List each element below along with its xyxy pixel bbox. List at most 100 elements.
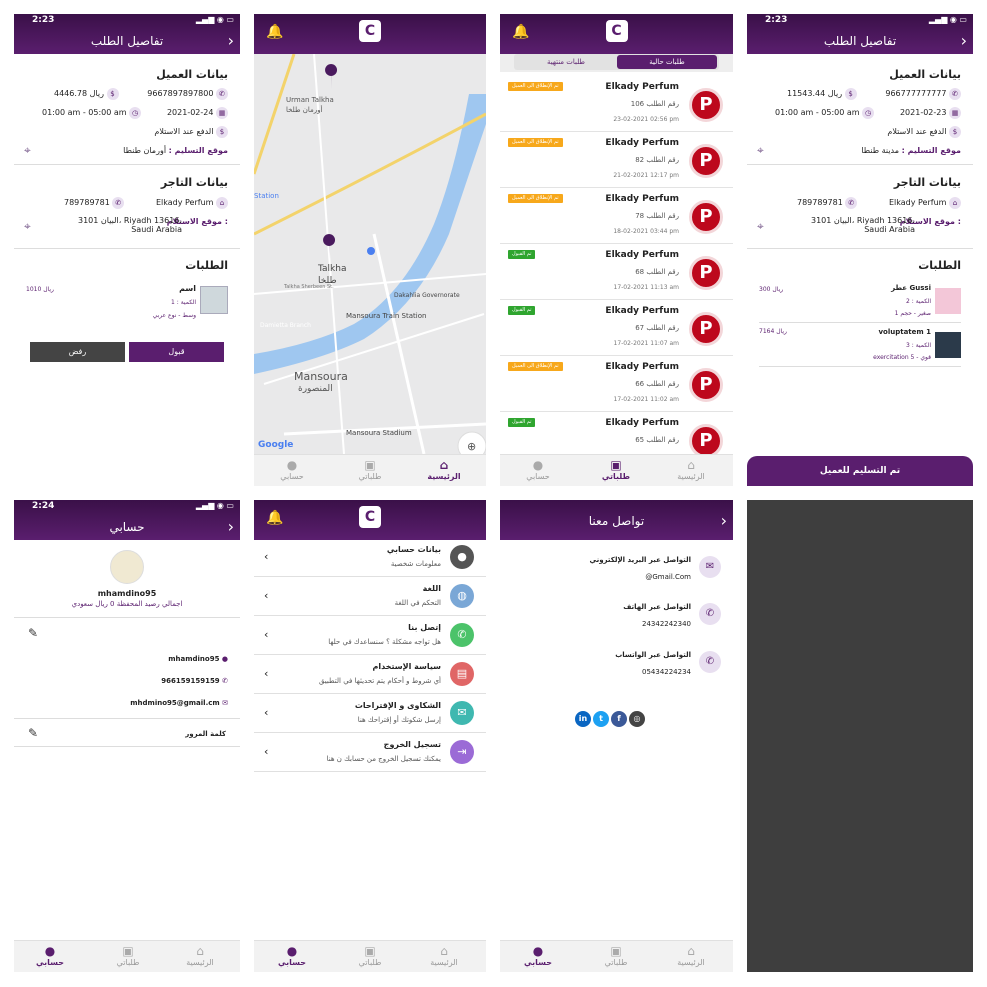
delivered-button[interactable]: تم التسليم للعميل xyxy=(747,456,973,486)
back-chevron-icon[interactable]: › xyxy=(961,31,967,50)
item-meta: صغير - حجم 1 xyxy=(894,310,931,317)
bell-icon[interactable]: 🔔 xyxy=(266,24,283,40)
delivery-label: موقع التسليم : xyxy=(901,146,961,155)
pinterest-logo-icon: P xyxy=(689,368,723,402)
menu-item-logout[interactable]: ⇥ تسجيل الخروج يمكنك تسجيل الخروج من حسابك… xyxy=(254,733,486,772)
order-card[interactable]: P Elkady Perfum رقم الطلب 65 تم القبول xyxy=(500,412,733,454)
home-icon: ⌂ xyxy=(439,458,449,472)
person-icon: ● xyxy=(532,458,544,472)
tab-account[interactable]: ● حسابي xyxy=(508,458,568,481)
status-icons: ▂▄▆ ◉ ▭ xyxy=(195,501,234,510)
tab-orders[interactable]: ▣ طلباتي xyxy=(340,944,400,967)
time-range: 01:00 am - 05:00 am xyxy=(775,108,860,117)
bell-icon[interactable]: 🔔 xyxy=(266,510,283,526)
tab-home[interactable]: ⌂ الرئيسية xyxy=(170,944,230,967)
edit-password-pencil-icon[interactable]: ✎ xyxy=(28,726,38,740)
pickup-value-2: Saudi Arabia xyxy=(864,225,915,234)
tab-account[interactable]: ● حسابي xyxy=(508,944,568,967)
box-icon: ▣ xyxy=(122,944,134,958)
menu-item-language[interactable]: ◍ اللغة التحكم في اللغة ‹ xyxy=(254,577,486,616)
chevron-left-icon: ‹ xyxy=(264,706,269,719)
phone-value[interactable]: 24342242340 xyxy=(642,620,691,628)
password-label: كلمة المرور xyxy=(185,730,226,738)
header: 🔔 C xyxy=(500,14,733,54)
map-icon[interactable]: ⌖ xyxy=(24,143,31,158)
header: 2:24 ▂▄▆ ◉ ▭ حسابي › xyxy=(14,500,240,540)
menu-item-contact[interactable]: ✆ إتصل بنا هل تواجه مشكلة ؟ سنساعدك في حله… xyxy=(254,616,486,655)
instagram-icon[interactable]: ◎ xyxy=(629,711,645,727)
back-chevron-icon[interactable]: › xyxy=(228,31,234,50)
tab-orders[interactable]: ▣ طلباتي xyxy=(586,944,646,967)
merchant-section-title: بيانات التاجر xyxy=(893,176,961,189)
tab-current-orders[interactable]: طلبات حالية xyxy=(617,55,717,69)
screen-contact: تواصل معنا › ✉ التواصل عبر البريد الإلكت… xyxy=(500,500,733,972)
linkedin-icon[interactable]: in xyxy=(575,711,591,727)
tab-orders[interactable]: ▣ طلباتي xyxy=(340,458,400,481)
status-badge: تم القبول xyxy=(508,250,536,259)
tab-account[interactable]: ● حسابي xyxy=(20,944,80,967)
menu-item-policy[interactable]: ▤ سياسة الإستخدام أي شروط و أحكام يتم تحدي… xyxy=(254,655,486,694)
whatsapp-value[interactable]: 05434224234 xyxy=(642,668,691,676)
status-time: 2:24 xyxy=(32,501,55,511)
map-label: Mansoura Train Station xyxy=(346,312,427,320)
status-icons: ▂▄▆ ◉ ▭ xyxy=(195,15,234,24)
time-range: 01:00 am - 05:00 am xyxy=(42,108,127,117)
delivery-value: مدينة طنطا xyxy=(861,146,900,155)
order-card[interactable]: P Elkady Perfum رقم الطلب 67 17-02-2021 11:… xyxy=(500,300,733,356)
pinterest-logo-icon: P xyxy=(689,256,723,290)
currency: ريال xyxy=(776,328,787,335)
person-icon: ● xyxy=(286,944,298,958)
client-amount: 4446.78 xyxy=(54,89,88,98)
order-card[interactable]: P Elkady Perfum رقم الطلب 66 17-02-2021 11:… xyxy=(500,356,733,412)
screen-map: 🔔 C ⊕ Urman Talkha أورمان طلخا Talkha طل… xyxy=(254,14,486,486)
map-icon[interactable]: ⌖ xyxy=(757,219,764,234)
map-icon[interactable]: ⌖ xyxy=(24,219,31,234)
tab-account[interactable]: ● حسابي xyxy=(262,944,322,967)
pinterest-logo-icon: P xyxy=(689,144,723,178)
map-icon[interactable]: ⌖ xyxy=(757,143,764,158)
map-label: Station xyxy=(254,192,279,200)
person-icon: ● xyxy=(450,545,474,569)
tab-home[interactable]: ⌂ الرئيسية xyxy=(414,458,474,481)
orders-section-title: الطلبات xyxy=(185,259,228,272)
twitter-icon[interactable]: t xyxy=(593,711,609,727)
item-meta: exercitation 5 - قوي xyxy=(873,354,931,361)
facebook-icon[interactable]: f xyxy=(611,711,627,727)
tab-orders[interactable]: ▣ طلباتي xyxy=(98,944,158,967)
chevron-left-icon: ‹ xyxy=(264,589,269,602)
mail-icon: ✉ xyxy=(222,699,228,707)
tab-orders[interactable]: ▣ طلباتي xyxy=(586,458,646,481)
back-chevron-icon[interactable]: › xyxy=(228,517,234,536)
header: 🔔 C xyxy=(254,14,486,54)
screen-order-details: 2:23 ▂▄▆ ◉ ▭ تفاصيل الطلب › بيانات العمي… xyxy=(14,14,240,486)
edit-pencil-icon[interactable]: ✎ xyxy=(28,626,38,640)
order-card[interactable]: P Elkady Perfum رقم الطلب 68 17-02-2021 11:… xyxy=(500,244,733,300)
tab-home[interactable]: ⌂ الرئيسية xyxy=(414,944,474,967)
item-qty: الكمية : 3 xyxy=(906,342,931,349)
tab-finished-orders[interactable]: طلبات منتهية xyxy=(516,55,616,69)
status-icons: ▂▄▆ ◉ ▭ xyxy=(928,15,967,24)
menu-item-account-data[interactable]: ● بيانات حسابي معلومات شخصية ‹ xyxy=(254,538,486,577)
bell-icon[interactable]: 🔔 xyxy=(512,24,529,40)
avatar[interactable] xyxy=(110,550,144,584)
map-view[interactable]: ⊕ xyxy=(254,54,486,454)
payment-method: الدفع عند الاستلام xyxy=(154,127,214,136)
home-icon: ⌂ xyxy=(687,944,695,958)
email-value[interactable]: @Gmail.Com xyxy=(645,573,691,581)
person-icon: ● xyxy=(532,944,544,958)
menu-item-feedback[interactable]: ✉ الشكاوى و الإقتراحات إرسل شكوتك أو إقترا… xyxy=(254,694,486,733)
tab-home[interactable]: ⌂ الرئيسية xyxy=(661,458,721,481)
tab-account[interactable]: ● حسابي xyxy=(262,458,322,481)
order-card[interactable]: P Elkady Perfum رقم الطلب 106 23-02-2021 02… xyxy=(500,76,733,132)
product-image xyxy=(935,288,961,314)
back-chevron-icon[interactable]: › xyxy=(721,511,727,530)
app-logo: C xyxy=(359,20,381,42)
order-card[interactable]: P Elkady Perfum رقم الطلب 82 21-02-2021 12:… xyxy=(500,132,733,188)
order-date: 2021-02-24 xyxy=(166,108,214,117)
accept-button[interactable]: قبول xyxy=(129,342,224,362)
tab-home[interactable]: ⌂ الرئيسية xyxy=(661,944,721,967)
reject-button[interactable]: رفض xyxy=(30,342,125,362)
order-card[interactable]: P Elkady Perfum رقم الطلب 78 18-02-2021 03:… xyxy=(500,188,733,244)
chevron-left-icon: ‹ xyxy=(264,745,269,758)
globe-icon: ◍ xyxy=(450,584,474,608)
